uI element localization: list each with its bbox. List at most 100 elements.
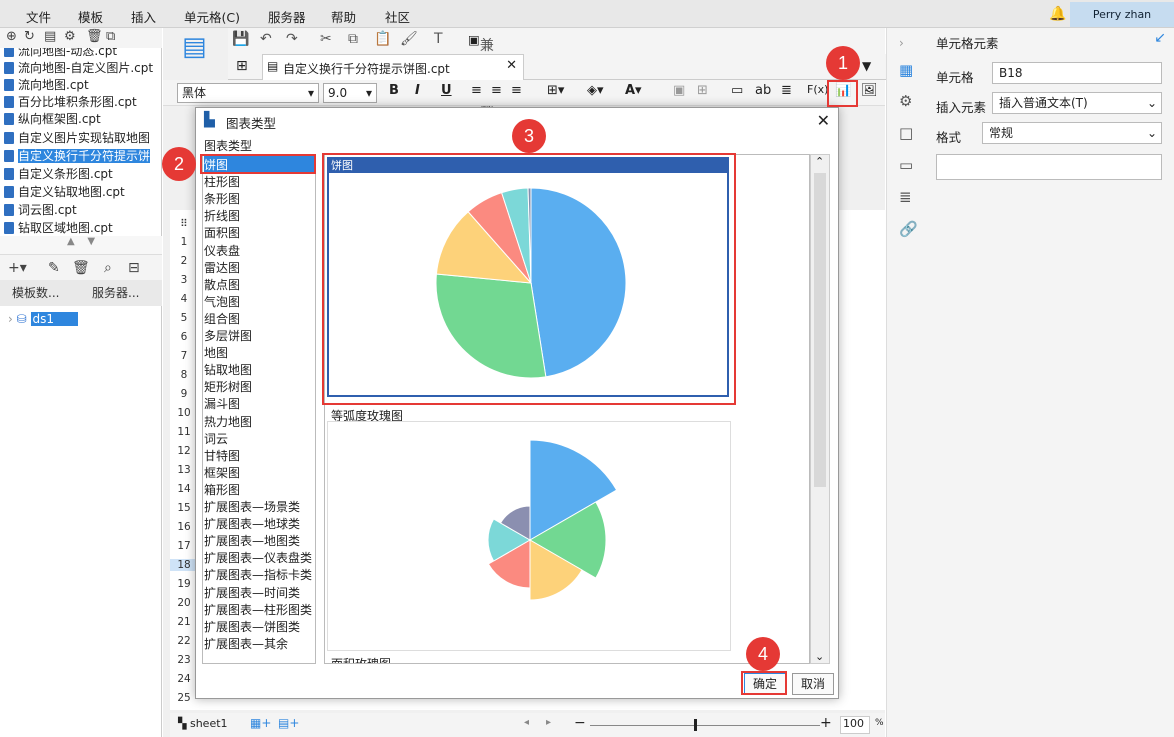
row-header[interactable]: 24 [170,673,198,685]
row-header[interactable]: 12 [170,445,198,457]
scroll-thumb[interactable] [814,173,826,487]
font-select[interactable]: 黑体 ▾ [177,83,319,103]
chart-type-item[interactable]: 多层饼图 [204,327,252,344]
chart-type-item[interactable]: 箱形图 [204,481,240,498]
image-icon[interactable]: 🖼 [861,83,878,98]
pin-icon[interactable]: ↙ [1154,30,1166,46]
row-header[interactable]: 2 [170,255,198,267]
file-item[interactable]: 百分比堆积条形图.cpt [4,93,137,110]
user-name[interactable]: Perry zhan [1070,2,1174,27]
chart-type-item[interactable]: 折线图 [204,207,240,224]
row-header[interactable]: 9 [170,388,198,400]
chart-type-item[interactable]: 矩形树图 [204,378,252,395]
chart-type-item[interactable]: 框架图 [204,464,240,481]
row-header[interactable]: 15 [170,502,198,514]
chart-type-item[interactable]: 柱形图 [204,173,240,190]
row-header[interactable]: 8 [170,369,198,381]
format-painter-icon[interactable]: 🖌 [400,31,418,47]
bold-icon[interactable]: B [389,83,399,98]
format-select[interactable]: 常规 ⌄ [982,122,1162,144]
compat-theme-button[interactable]: ▣ 兼容主题 [468,32,494,114]
cut-icon[interactable]: ✂ [320,31,332,47]
new-folder-icon[interactable]: ⊕ [6,29,17,44]
insert-select[interactable]: 插入普通文本(T) ⌄ [992,92,1162,114]
chart-type-item[interactable]: 扩展图表—其余 [204,635,288,652]
row-header[interactable]: 25 [170,692,198,704]
cancel-button[interactable]: 取消 [792,673,834,695]
file-item[interactable]: 词云图.cpt [4,201,77,218]
row-header[interactable]: 16 [170,521,198,533]
richtext-icon[interactable]: ≣ [781,83,792,98]
preview-icon[interactable]: ⌕ [104,260,112,276]
chart-type-item[interactable]: 面积图 [204,224,240,241]
chart-type-item[interactable]: 扩展图表—地图类 [204,532,300,549]
file-item[interactable]: 纵向框架图.cpt [4,110,101,127]
font-color-icon[interactable]: A▾ [625,83,642,98]
chart-type-item[interactable]: 气泡图 [204,293,240,310]
fill-color-icon[interactable]: ◈▾ [587,83,604,98]
menu-insert[interactable]: 插入 [131,7,156,26]
undo-icon[interactable]: ↶ [260,31,272,47]
add-sheet-icon[interactable]: ▦+ [250,716,271,730]
redo-icon[interactable]: ↷ [286,31,298,47]
row-header[interactable]: 13 [170,464,198,476]
align-center-icon[interactable]: ≡ [491,83,502,98]
next-sheet-icon[interactable]: ▸ [546,717,551,728]
chart-type-item[interactable]: 雷达图 [204,259,240,276]
file-item[interactable]: 流向地图-自定义图片.cpt [4,59,153,76]
prev-sheet-icon[interactable]: ◂ [524,717,529,728]
chart-type-item[interactable]: 甘特图 [204,447,240,464]
cell-attribute-icon[interactable]: ⚙ [899,92,912,110]
copy-icon[interactable]: ⧉ [106,29,115,44]
chart-type-item[interactable]: 条形图 [204,190,240,207]
row-header[interactable]: 23 [170,654,198,666]
row-header[interactable]: 7 [170,350,198,362]
chart-type-item[interactable]: 扩展图表—仪表盘类 [204,549,312,566]
menu-community[interactable]: 社区 [385,7,410,26]
float-element-icon[interactable]: □ [899,124,913,142]
unmerge-icon[interactable]: ⊞ [697,83,708,98]
template-icon[interactable]: ▤ [182,32,212,72]
tab-template-dataset[interactable]: 模板数... [12,284,59,301]
italic-icon[interactable]: I [415,83,420,98]
zoom-in-icon[interactable]: + [820,715,832,731]
chart-type-item[interactable]: 扩展图表—场景类 [204,498,300,515]
cell-icon[interactable]: ▭ [731,83,743,98]
bell-icon[interactable]: 🔔 [1049,6,1066,22]
row-header[interactable]: 21 [170,616,198,628]
splitter-arrows[interactable]: ▲ ▼ [0,236,162,254]
row-header[interactable]: 17 [170,540,198,552]
save-icon[interactable]: 💾 [232,31,249,47]
border-icon[interactable]: ⊞▾ [547,83,564,98]
pin-icon[interactable]: ▼ [862,59,871,73]
menu-template[interactable]: 模板 [78,7,103,26]
file-item[interactable]: 自定义条形图.cpt [4,165,113,182]
underline-icon[interactable]: U [441,83,452,98]
text-ab-icon[interactable]: ab [755,83,771,98]
zoom-out-icon[interactable]: − [574,715,586,731]
zoom-input[interactable]: 100 [840,716,870,734]
row-header[interactable]: 14 [170,483,198,495]
file-item[interactable]: 钻取区域地图.cpt [4,219,113,236]
file-item[interactable]: 流向地图-动态.cpt [4,48,117,59]
settings-icon[interactable]: ⚙ [64,29,76,44]
delete-icon[interactable]: 🗑 [86,29,103,44]
close-icon[interactable]: ✕ [817,111,830,130]
server-dataset-icon[interactable]: ⊟ [128,260,140,276]
menu-server[interactable]: 服务器 [268,7,306,26]
chart-type-item[interactable]: 词云 [204,430,228,447]
delete-icon[interactable]: 🗑 [72,260,90,276]
chart-type-item[interactable]: 扩展图表—指标卡类 [204,566,312,583]
row-header[interactable]: 20 [170,597,198,609]
merge-icon[interactable]: ▣ [673,83,685,98]
expand-icon[interactable]: › [8,312,13,326]
align-right-icon[interactable]: ≡ [511,83,522,98]
row-header[interactable]: 22 [170,635,198,647]
chart-type-item[interactable]: 仪表盘 [204,242,240,259]
file-item-selected[interactable]: 自定义换行千分符提示饼 [4,147,151,164]
collapse-icon[interactable]: › [899,36,904,50]
text-icon[interactable]: T [434,31,443,47]
close-icon[interactable]: ✕ [506,58,517,73]
file-item[interactable]: 流向地图.cpt [4,76,89,93]
row-header[interactable]: 1 [170,236,198,248]
